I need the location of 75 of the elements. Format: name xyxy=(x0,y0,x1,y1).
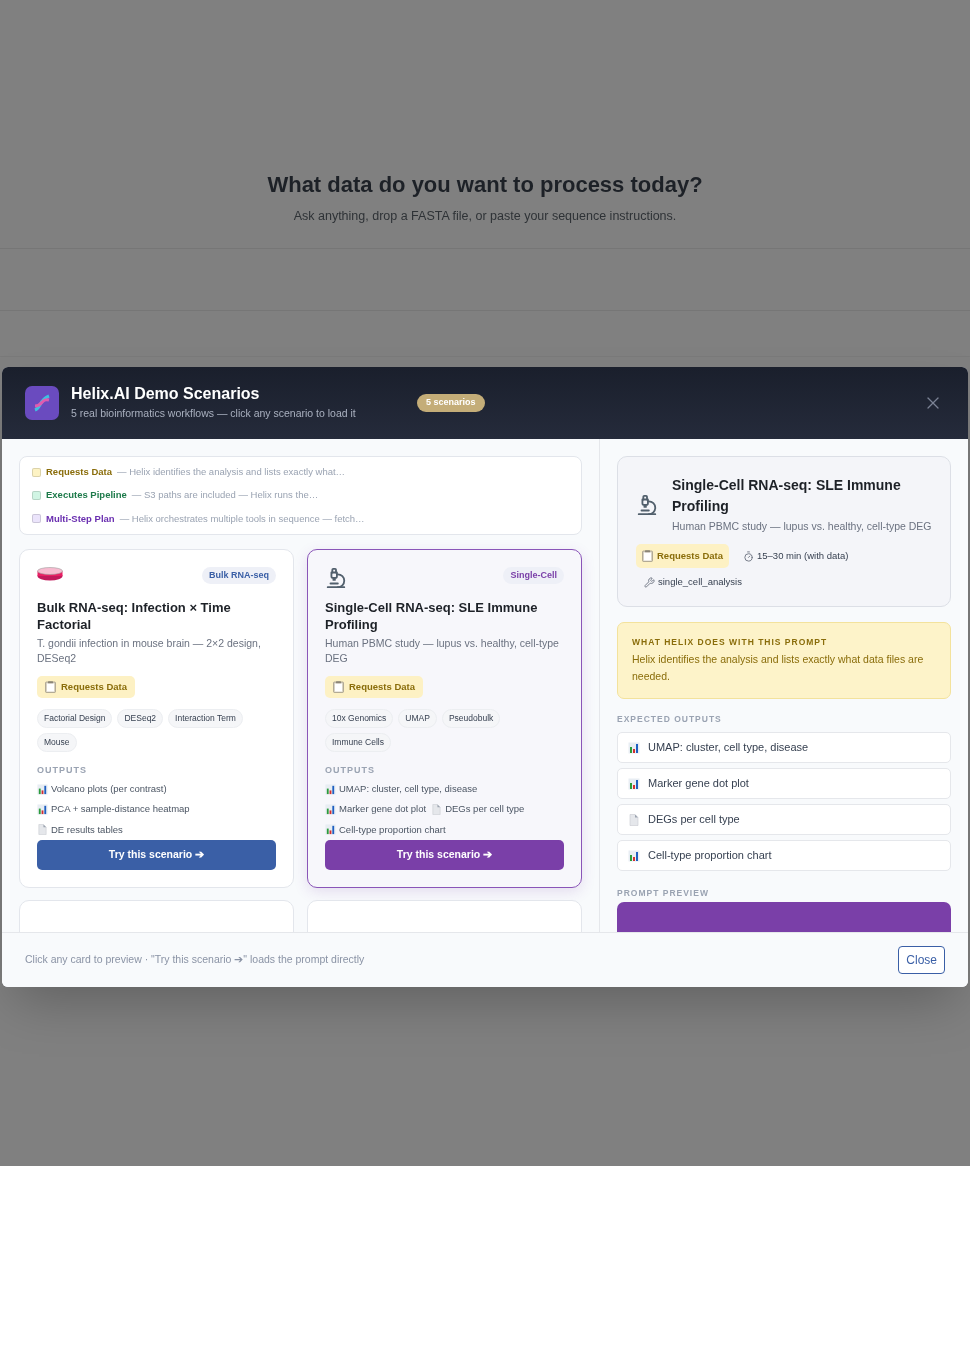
output-item: DEGs per cell type xyxy=(445,802,525,817)
tool-label: single_cell_analysis xyxy=(658,575,742,590)
output-item: DE results tables xyxy=(51,822,123,837)
page-heading: What data do you want to process today? xyxy=(267,171,703,200)
note-text: Helix identifies the analysis and lists exactly what data files are needed. xyxy=(632,652,925,685)
wrench-icon xyxy=(644,576,655,588)
requests-data-badge: Requests Data xyxy=(325,675,423,698)
legend-description: — S3 paths are included — Helix runs the… xyxy=(131,488,319,503)
load-prompt-button[interactable] xyxy=(617,901,951,932)
prompt-heading: PROMPT PREVIEW xyxy=(617,887,710,900)
outputs-label: OUTPUTS xyxy=(325,763,376,777)
preview-description: Human PBMC study — lupus vs. healthy, cell-type DEG xyxy=(672,519,932,534)
document-icon xyxy=(431,803,443,815)
tag: Immune Cells xyxy=(325,732,391,752)
category-badge: Single-Cell xyxy=(503,566,564,585)
legend-label: Executes Pipeline xyxy=(46,488,127,503)
output-item: UMAP: cluster, cell type, disease xyxy=(339,782,478,796)
preview-title: Single-Cell RNA-seq: SLE Immune Profiling xyxy=(672,476,902,516)
requests-data-badge: Requests Data xyxy=(636,544,729,569)
tag: Factorial Design xyxy=(37,709,113,728)
bar-chart-icon xyxy=(628,741,640,754)
category-badge: Bulk RNA-seq xyxy=(202,566,276,585)
output-item: Cell-type proportion chart xyxy=(339,822,446,837)
requests-data-badge: Requests Data xyxy=(37,675,135,698)
outputs-label: OUTPUTS xyxy=(37,763,88,777)
try-scenario-button[interactable]: Try this scenario ➔ xyxy=(325,839,564,870)
duration-label: 15–30 min (with data) xyxy=(757,549,849,563)
petri-dish-icon xyxy=(37,566,63,581)
scenario-card[interactable] xyxy=(307,548,582,888)
outputs-heading: EXPECTED OUTPUTS xyxy=(617,713,723,726)
tag: Pseudobulk xyxy=(441,709,501,728)
stopwatch-icon xyxy=(743,550,754,562)
output-row: Cell-type proportion chart xyxy=(617,840,951,871)
output-row: DEGs per cell type xyxy=(617,804,951,835)
microscope-icon xyxy=(636,493,658,516)
output-item: PCA + sample-distance heatmap xyxy=(51,802,190,817)
close-button[interactable]: Close xyxy=(898,946,945,974)
tag: DESeq2 xyxy=(117,709,164,728)
document-icon xyxy=(37,824,48,836)
dialog-subtitle: 5 real bioinformatics workflows — click any scenario to load it xyxy=(71,406,357,422)
card-title: Bulk RNA-seq: Infection × Time Factorial xyxy=(37,598,232,633)
output-row: Marker gene dot plot xyxy=(617,768,951,799)
bar-chart-icon xyxy=(325,824,336,836)
legend-description: — Helix orchestrates multiple tools in sequence — fetch… xyxy=(119,511,365,526)
legend-label: Multi-Step Plan xyxy=(46,511,115,526)
page-subtitle: Ask anything, drop a FASTA file, or paste your sequence instructions. xyxy=(293,208,677,226)
legend-description: — Helix identifies the analysis and lists exactly what… xyxy=(117,465,346,479)
tag: 10x Genomics xyxy=(325,709,394,728)
bar-chart-icon xyxy=(325,803,336,815)
output-item: Volcano plots (per contrast) xyxy=(51,782,167,796)
bar-chart-icon xyxy=(37,803,48,815)
clipboard-icon xyxy=(45,680,56,693)
output-item: Marker gene dot plot xyxy=(339,802,427,817)
clipboard-icon xyxy=(642,550,653,563)
dialog-title: Helix.AI Demo Scenarios xyxy=(71,384,261,405)
clipboard-icon xyxy=(333,680,344,693)
footer-hint: Click any card to preview · "Try this scenario ➔" loads the prompt directly xyxy=(25,952,365,968)
tag: Mouse xyxy=(37,732,77,752)
note-heading: WHAT HELIX DOES WITH THIS PROMPT xyxy=(632,635,829,649)
tag: Interaction Term xyxy=(168,709,243,728)
card-title: Single-Cell RNA-seq: SLE Immune Profiling xyxy=(325,598,539,633)
document-icon xyxy=(628,813,640,826)
legend-label: Requests Data xyxy=(46,465,112,479)
microscope-icon xyxy=(325,566,347,589)
bar-chart-icon xyxy=(325,783,336,795)
bar-chart-icon xyxy=(628,849,640,862)
bar-chart-icon xyxy=(628,777,640,790)
dna-logo-icon xyxy=(25,386,59,420)
scenario-count-badge: 5 scenarios xyxy=(417,394,485,412)
try-scenario-button[interactable]: Try this scenario ➔ xyxy=(37,839,276,870)
bar-chart-icon xyxy=(37,783,48,795)
card-description: Human PBMC study — lupus vs. healthy, cell-type DEG xyxy=(325,635,560,666)
tag: UMAP xyxy=(398,709,437,728)
output-row: UMAP: cluster, cell type, disease xyxy=(617,732,951,763)
card-description: T. gondii infection in mouse brain — 2×2 design, DESeq2 xyxy=(37,635,262,666)
